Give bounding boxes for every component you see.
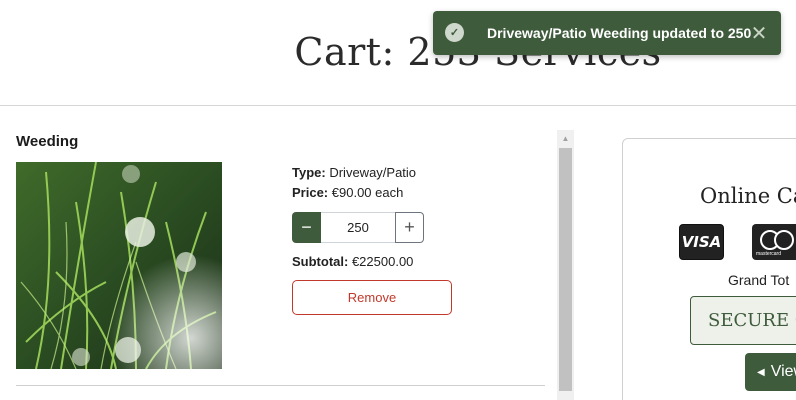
item-price-label: Price:	[292, 185, 329, 200]
subtotal-label: Subtotal:	[292, 254, 349, 269]
increase-quantity-button[interactable]: +	[395, 212, 424, 243]
check-circle-icon: ✓	[445, 23, 464, 42]
mastercard-label: mastercard	[756, 251, 782, 257]
scroll-up-arrow-icon[interactable]: ▲	[557, 130, 574, 146]
grand-total-label: Grand Tot	[728, 272, 790, 288]
checkout-title: Online Ca	[700, 184, 796, 208]
item-divider	[16, 385, 545, 386]
view-button[interactable]: ◀ View	[745, 353, 796, 391]
mastercard-card-icon: mastercard	[752, 224, 796, 260]
item-price-value: €90.00 each	[331, 185, 404, 200]
item-price: Price: €90.00 each	[292, 184, 416, 204]
item-image	[16, 162, 222, 369]
item-type-value: Driveway/Patio	[329, 165, 417, 180]
caret-left-icon: ◀	[757, 366, 765, 378]
toast-message: Driveway/Patio Weeding updated to 250	[487, 25, 752, 41]
item-details: Type: Driveway/Patio Price: €90.00 each	[292, 164, 416, 204]
close-icon[interactable]: ✕	[749, 22, 769, 45]
remove-button[interactable]: Remove	[292, 280, 452, 315]
secure-checkout-button[interactable]: SECURE C	[690, 296, 796, 345]
cart-scrollbar[interactable]: ▲	[557, 130, 574, 400]
view-button-label: View	[770, 363, 796, 380]
visa-card-icon: VISA	[679, 224, 724, 260]
title-divider	[0, 105, 796, 106]
mastercard-circle-right	[774, 230, 794, 250]
item-name: Weeding	[16, 133, 79, 150]
item-type: Type: Driveway/Patio	[292, 164, 416, 184]
decrease-quantity-button[interactable]: −	[292, 212, 321, 243]
scroll-thumb[interactable]	[559, 148, 572, 391]
cart-page: Cart: 253 Services Weeding	[0, 0, 796, 400]
subtotal-value: €22500.00	[351, 254, 414, 269]
item-type-label: Type:	[292, 165, 326, 180]
toast-notification: ✓ Driveway/Patio Weeding updated to 250 …	[433, 11, 781, 55]
quantity-input[interactable]	[321, 212, 395, 243]
quantity-stepper: − +	[292, 212, 424, 243]
item-subtotal: Subtotal: €22500.00	[292, 254, 413, 269]
